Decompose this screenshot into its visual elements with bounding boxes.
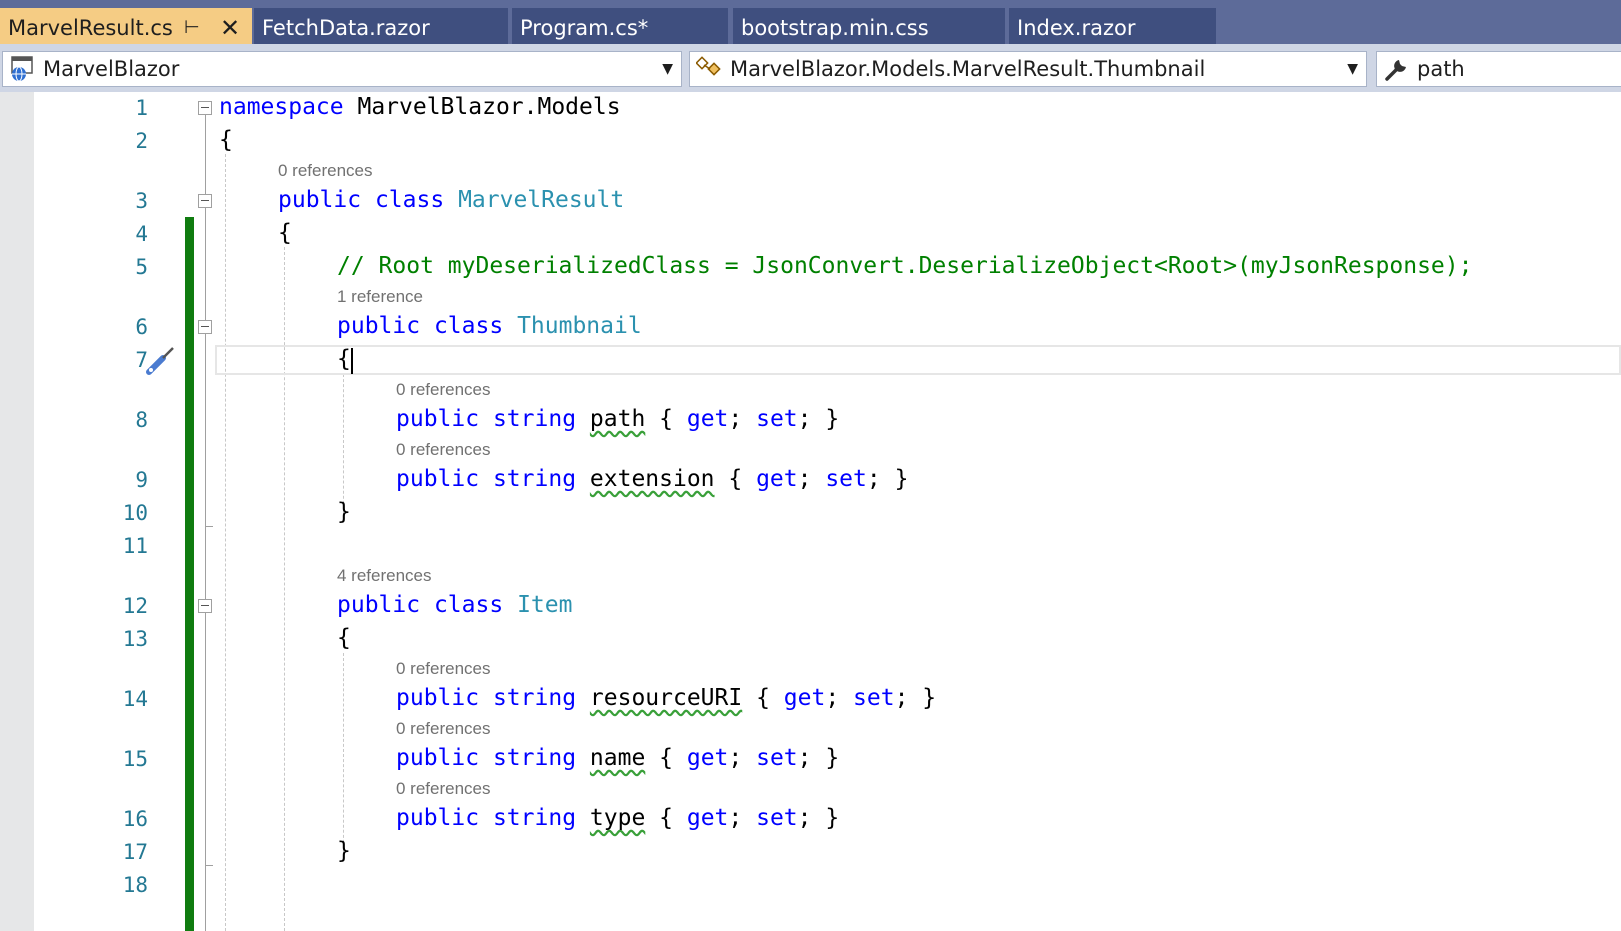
tab-fetchdata[interactable]: FetchData.razor: [254, 8, 508, 44]
type-dropdown[interactable]: MarvelBlazor.Models.MarvelResult.Thumbna…: [689, 51, 1367, 87]
code-line[interactable]: public string type { get; set; }: [396, 805, 839, 831]
code-lens-references[interactable]: 0 references: [396, 380, 491, 400]
code-line[interactable]: public class MarvelResult: [278, 187, 624, 213]
code-line[interactable]: {: [219, 127, 233, 153]
code-lens-references[interactable]: 4 references: [337, 566, 432, 586]
line-number: 9: [135, 468, 148, 492]
project-label: MarvelBlazor: [43, 57, 180, 81]
globe-project-icon: [9, 55, 37, 93]
code-line[interactable]: public string extension { get; set; }: [396, 466, 908, 492]
close-icon[interactable]: ✕: [220, 8, 240, 48]
text-caret: [351, 348, 353, 374]
indent-guide: [225, 154, 226, 931]
tab-label: Index.razor: [1017, 16, 1136, 40]
outline-end: [205, 865, 213, 866]
chevron-down-icon: ▼: [662, 61, 673, 77]
member-dropdown[interactable]: path: [1376, 51, 1621, 87]
line-number: 1: [135, 96, 148, 120]
code-editor[interactable]: 1 2 3 4 5 6 7 8 9 10 11 12 13 14 15 16 1…: [0, 92, 1621, 931]
chevron-down-icon: ▼: [1347, 61, 1358, 77]
line-number: 17: [122, 840, 148, 864]
change-tracking-bar: [185, 217, 194, 931]
tab-index[interactable]: Index.razor: [1009, 8, 1216, 44]
code-line[interactable]: public class Item: [337, 592, 572, 618]
pin-icon[interactable]: ⊢: [184, 8, 200, 48]
code-line[interactable]: namespace MarvelBlazor.Models: [219, 94, 621, 120]
code-line[interactable]: }: [337, 499, 351, 525]
code-line[interactable]: {: [278, 220, 292, 246]
line-number: 3: [135, 189, 148, 213]
indicator-margin: [0, 92, 34, 931]
line-number: 13: [122, 627, 148, 651]
wrench-icon: [1383, 55, 1411, 93]
tab-label: FetchData.razor: [262, 16, 430, 40]
line-number: 4: [135, 222, 148, 246]
line-number: 16: [122, 807, 148, 831]
tab-marvelresult[interactable]: MarvelResult.cs ⊢ ✕: [0, 8, 252, 44]
line-number: 15: [122, 747, 148, 771]
current-line-highlight: [215, 345, 1621, 375]
project-dropdown[interactable]: MarvelBlazor ▼: [2, 51, 682, 87]
navigation-bar: MarvelBlazor ▼ MarvelBlazor.Models.Marve…: [0, 44, 1621, 92]
line-number: 5: [135, 255, 148, 279]
code-line[interactable]: public string resourceURI { get; set; }: [396, 685, 936, 711]
line-number: 12: [122, 594, 148, 618]
line-number: 6: [135, 315, 148, 339]
indent-guide: [343, 374, 344, 514]
code-lens-references[interactable]: 0 references: [396, 779, 491, 799]
document-tab-bar: MarvelResult.cs ⊢ ✕ FetchData.razor Prog…: [0, 0, 1621, 44]
line-number: 2: [135, 129, 148, 153]
line-number: 10: [122, 501, 148, 525]
tab-label: MarvelResult.cs: [8, 16, 173, 40]
collapse-icon[interactable]: [198, 101, 212, 115]
code-line[interactable]: }: [337, 838, 351, 864]
line-number: 11: [122, 534, 148, 558]
code-line[interactable]: public class Thumbnail: [337, 313, 642, 339]
code-lens-references[interactable]: 0 references: [396, 440, 491, 460]
outline-line: [205, 115, 206, 931]
code-lens-references[interactable]: 0 references: [278, 161, 373, 181]
code-lens-references[interactable]: 0 references: [396, 659, 491, 679]
line-number: 18: [122, 873, 148, 897]
indent-guide: [343, 653, 344, 853]
screwdriver-icon[interactable]: [143, 344, 177, 382]
code-comment[interactable]: // Root myDeserializedClass = JsonConver…: [337, 253, 1472, 279]
code-line[interactable]: public string path { get; set; }: [396, 406, 839, 432]
collapse-icon[interactable]: [198, 320, 212, 334]
member-label: path: [1417, 57, 1465, 81]
tab-program[interactable]: Program.cs*: [512, 8, 728, 44]
line-number: 8: [135, 408, 148, 432]
tab-label: bootstrap.min.css: [741, 16, 929, 40]
class-type-icon: [695, 55, 726, 93]
line-number: 7: [135, 348, 148, 372]
code-line[interactable]: {: [337, 346, 351, 372]
code-line[interactable]: public string name { get; set; }: [396, 745, 839, 771]
tab-bootstrap[interactable]: bootstrap.min.css: [733, 8, 1005, 44]
line-number: 14: [122, 687, 148, 711]
code-lens-references[interactable]: 0 references: [396, 719, 491, 739]
collapse-icon[interactable]: [198, 599, 212, 613]
type-label: MarvelBlazor.Models.MarvelResult.Thumbna…: [730, 57, 1206, 81]
code-lens-references[interactable]: 1 reference: [337, 287, 423, 307]
tab-label: Program.cs*: [520, 16, 649, 40]
code-line[interactable]: {: [337, 625, 351, 651]
outline-end: [205, 526, 213, 527]
collapse-icon[interactable]: [198, 194, 212, 208]
